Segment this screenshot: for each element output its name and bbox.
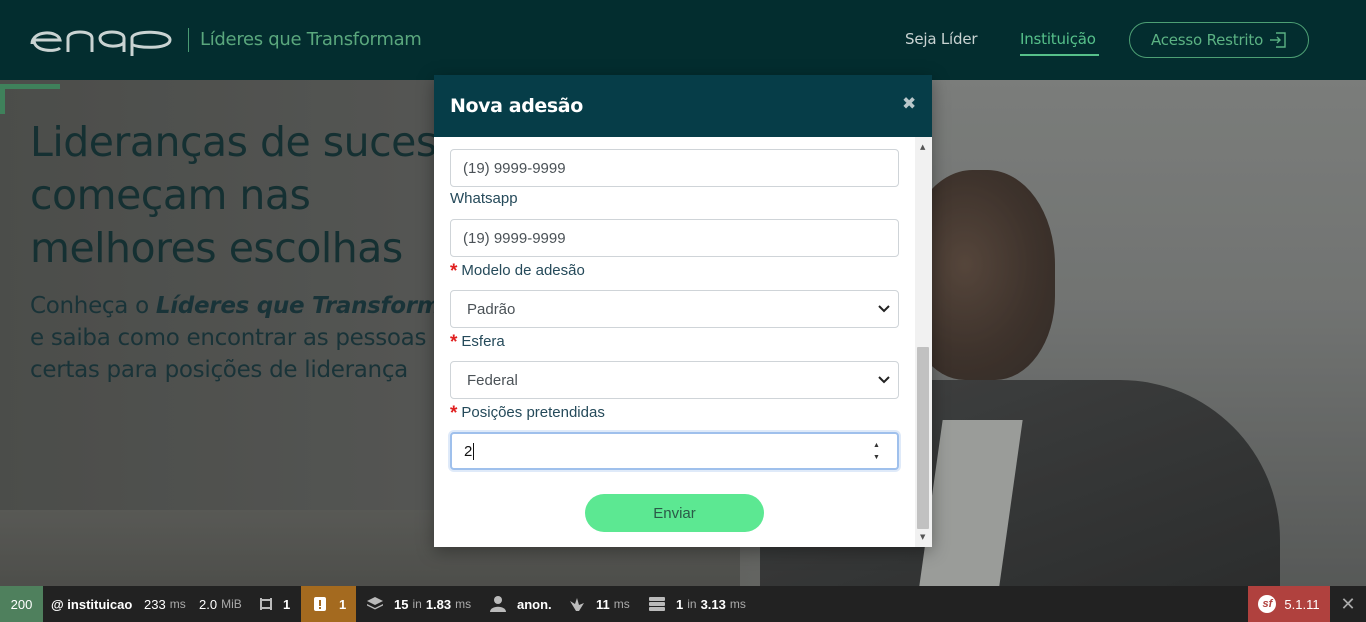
active-nav-underline [1020, 54, 1099, 56]
positions-label-text: Posições pretendidas [461, 404, 605, 421]
request-time[interactable]: 233 ms [144, 586, 186, 622]
modal-header: Nova adesão ✖ [434, 75, 932, 137]
positions-number-input[interactable]: 2 ▲ ▼ [450, 432, 899, 470]
top-navbar: Líderes que Transformam Seja Líder Insti… [0, 0, 1366, 80]
symfony-version-label: 5.1.11 [1284, 596, 1320, 612]
user-name: anon. [517, 596, 552, 612]
scroll-down-icon[interactable]: ▼ [920, 533, 925, 541]
restricted-access-label: Acesso Restrito [1150, 31, 1264, 49]
twig-in: in [412, 597, 422, 611]
required-asterisk-icon: * [450, 261, 458, 282]
database-icon [649, 597, 665, 611]
stepper-down-icon[interactable]: ▼ [873, 454, 883, 462]
db-unit: ms [729, 597, 746, 611]
chevron-down-icon [878, 376, 890, 384]
number-stepper[interactable]: ▲ ▼ [873, 442, 883, 462]
modal-body: (19) 9999-9999 Whatsapp (19) 9999-9999 *… [434, 137, 932, 547]
sphere-select[interactable]: Federal [450, 361, 899, 399]
symfony-logo-icon: sf [1258, 595, 1277, 613]
required-asterisk-icon: * [450, 332, 458, 353]
memory-value: 2.0 [199, 596, 218, 612]
positions-label: * Posições pretendidas [450, 401, 605, 424]
events-icon [570, 598, 584, 611]
layers-icon [367, 597, 383, 610]
model-label-text: Modelo de adesão [461, 262, 585, 279]
scroll-up-icon[interactable]: ▲ [920, 143, 925, 151]
twig-unit: ms [455, 597, 472, 611]
events-unit: ms [613, 597, 630, 611]
positions-input-value: 2 [464, 442, 473, 460]
toolbar-close-icon[interactable]: ✕ [1330, 586, 1366, 622]
scrollbar-thumb[interactable] [917, 347, 929, 529]
user-icon [490, 596, 506, 612]
warnings-count: 1 [339, 596, 347, 612]
close-icon[interactable]: ✖ [902, 94, 916, 114]
new-membership-modal: Nova adesão ✖ (19) 9999-9999 Whatsapp (1… [434, 75, 932, 547]
login-icon [1270, 32, 1286, 48]
user-panel[interactable]: anon. [489, 586, 552, 622]
enap-logo[interactable] [30, 26, 174, 56]
forms-panel[interactable]: 1 [257, 586, 290, 622]
modal-title: Nova adesão [450, 95, 583, 117]
model-label: * Modelo de adesão [450, 259, 585, 282]
brand-tagline[interactable]: Líderes que Transformam [200, 29, 422, 50]
twig-panel[interactable]: 15 in 1.83 ms [366, 586, 471, 622]
model-select-value: Padrão [467, 300, 516, 318]
submit-button[interactable]: Enviar [585, 494, 764, 532]
twig-time: 1.83 [425, 596, 452, 612]
db-count: 1 [676, 596, 684, 612]
nav-link-instituicao[interactable]: Instituição [1020, 30, 1096, 48]
request-time-unit: ms [169, 597, 186, 611]
events-panel[interactable]: 11 ms [568, 586, 630, 622]
memory-usage[interactable]: 2.0 MiB [199, 586, 242, 622]
database-panel[interactable]: 1 in 3.13 ms [648, 586, 746, 622]
sphere-label: * Esfera [450, 330, 505, 353]
db-time: 3.13 [700, 596, 726, 612]
request-time-value: 233 [144, 596, 166, 612]
status-code-badge[interactable]: 200 [0, 586, 43, 622]
logo-divider [188, 28, 189, 52]
chevron-down-icon [878, 305, 890, 313]
forms-icon [260, 598, 272, 610]
phone-field[interactable]: (19) 9999-9999 [450, 149, 899, 187]
debug-toolbar: 200 @ instituicao 233 ms 2.0 MiB 1 1 15 in… [0, 586, 1366, 622]
forms-count: 1 [283, 596, 291, 612]
modal-scrollbar[interactable]: ▲ ▼ [915, 137, 932, 547]
sphere-label-text: Esfera [461, 333, 505, 350]
text-caret [473, 442, 475, 460]
nav-link-seja-lider[interactable]: Seja Líder [905, 30, 978, 48]
warning-icon [314, 597, 326, 611]
events-time: 11 [596, 596, 610, 612]
required-asterisk-icon: * [450, 403, 458, 424]
whatsapp-label: Whatsapp [450, 190, 518, 207]
model-select[interactable]: Padrão [450, 290, 899, 328]
memory-unit: MiB [221, 597, 242, 611]
restricted-access-button[interactable]: Acesso Restrito [1129, 22, 1309, 58]
symfony-version[interactable]: sf 5.1.11 [1248, 586, 1330, 622]
stepper-up-icon[interactable]: ▲ [873, 442, 883, 450]
whatsapp-field[interactable]: (19) 9999-9999 [450, 219, 899, 257]
sphere-select-value: Federal [467, 371, 518, 389]
warnings-panel[interactable]: 1 [301, 586, 357, 622]
route-name[interactable]: @ instituicao [51, 586, 132, 622]
twig-count: 15 [394, 596, 409, 612]
db-in: in [687, 597, 697, 611]
